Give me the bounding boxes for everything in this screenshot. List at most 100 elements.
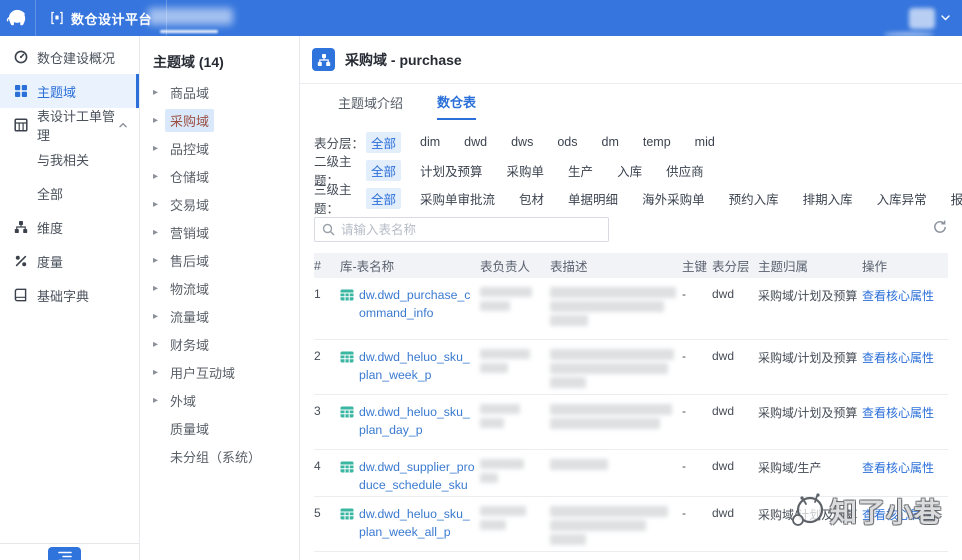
expand-arrow-icon[interactable]: ▸ — [153, 311, 165, 322]
table-name-link[interactable]: dw.dwd_supplier_produce_schedule_sku — [359, 459, 476, 495]
sidebar-item-dimensions[interactable]: 维度 — [0, 210, 139, 244]
expand-arrow-icon[interactable]: ▸ — [153, 115, 165, 126]
tab-warehouse-tables[interactable]: 数仓表 — [437, 84, 477, 120]
filter-option[interactable]: 预约入库 — [724, 188, 784, 209]
domain-item-trade[interactable]: ▸ 交易域 — [140, 190, 299, 218]
table-name-link[interactable]: dw.dwd_heluo_sku_plan_week_p — [359, 349, 476, 385]
filter-option[interactable]: 报价 — [946, 188, 962, 209]
domain-path: 采购域/计划及预算 — [758, 289, 858, 303]
table-row[interactable]: 1 dw.dwd_purchase_command_info - dwd 采购域… — [314, 278, 948, 340]
filter-option[interactable]: 全部 — [366, 131, 402, 153]
platform-icon — [51, 11, 63, 25]
domain-item-warehouse[interactable]: ▸ 仓储域 — [140, 162, 299, 190]
filter-option[interactable]: 包材 — [514, 188, 549, 209]
expand-arrow-icon[interactable]: ▸ — [153, 339, 165, 350]
domain-item-after-sales[interactable]: ▸ 售后域 — [140, 246, 299, 274]
row-index: 3 — [314, 404, 321, 418]
filter-option[interactable]: 采购单审批流 — [415, 188, 500, 209]
sidebar-item-overview[interactable]: 数仓建设概况 — [0, 40, 139, 74]
expand-arrow-icon[interactable]: ▸ — [153, 87, 165, 98]
filter-option[interactable]: 供应商 — [661, 160, 709, 181]
domain-header: 采购域 - purchase — [300, 36, 962, 84]
filter-option[interactable]: ods — [552, 134, 582, 150]
sidebar-item-dictionary[interactable]: 基础字典 — [0, 278, 139, 312]
view-core-attributes-link[interactable]: 查看核心属性 — [862, 351, 934, 365]
main-content: 采购域 - purchase 主题域介绍 数仓表 表分层： 全部 dim dwd… — [300, 36, 962, 560]
domain-item-logistics[interactable]: ▸ 物流域 — [140, 274, 299, 302]
refresh-icon[interactable] — [932, 219, 948, 235]
table-row[interactable]: 5 dw.dwd_heluo_sku_plan_week_all_p - dwd… — [314, 497, 948, 552]
sidebar-item-table-orders[interactable]: 表设计工单管理 — [0, 108, 139, 143]
collapse-sidebar-button[interactable] — [48, 547, 81, 560]
expand-arrow-icon[interactable]: ▸ — [153, 255, 165, 266]
view-core-attributes-link[interactable]: 查看核心属性 — [862, 461, 934, 475]
domain-item-external[interactable]: ▸ 外域 — [140, 386, 299, 414]
col-owner: 表负责人 — [480, 260, 531, 274]
domain-panel: 主题域 (14) ▸ 商品域 ▸ 采购域 ▸ 品控域 ▸ 仓储域 ▸ 交易域 ▸ 营销域 ▸… — [140, 36, 300, 560]
domain-item-quality-control[interactable]: ▸ 品控域 — [140, 134, 299, 162]
filter-row-layer: 表分层： 全部 dim dwd dws ods dm temp mid — [314, 128, 962, 156]
app-logo[interactable] — [0, 0, 36, 36]
filter-option[interactable]: 计划及预算 — [415, 160, 488, 181]
table-glyph-icon — [340, 351, 354, 363]
view-core-attributes-link[interactable]: 查看核心属性 — [862, 508, 934, 522]
domain-item-marketing[interactable]: ▸ 营销域 — [140, 218, 299, 246]
avatar[interactable] — [909, 7, 935, 29]
filter-option[interactable]: 排期入库 — [798, 188, 858, 209]
expand-arrow-icon[interactable]: ▸ — [153, 171, 165, 182]
sidebar-item-subject-domain[interactable]: 主题域 — [0, 74, 139, 108]
filter-option[interactable]: dws — [506, 134, 538, 150]
filter-option[interactable]: 入库 — [612, 160, 647, 181]
table-row[interactable]: 4 dw.dwd_supplier_produce_schedule_sku -… — [314, 450, 948, 497]
filter-option[interactable]: 全部 — [366, 159, 402, 181]
table-row[interactable]: 3 dw.dwd_heluo_sku_plan_day_p - dwd 采购域/… — [314, 395, 948, 450]
table-row[interactable]: 2 dw.dwd_heluo_sku_plan_week_p - dwd 采购域… — [314, 340, 948, 395]
filter-option[interactable]: mid — [690, 134, 720, 150]
sidebar-item-measures[interactable]: 度量 — [0, 244, 139, 278]
expand-arrow-icon[interactable]: ▸ — [153, 395, 165, 406]
filter-option[interactable]: dwd — [459, 134, 492, 150]
domain-item-goods[interactable]: ▸ 商品域 — [140, 78, 299, 106]
page-title: 采购域 - purchase — [345, 51, 462, 68]
sidebar-item-label: 度量 — [37, 254, 64, 270]
table-name-link[interactable]: dw.dwd_purchase_command_info — [359, 287, 476, 323]
table-layer: dwd — [712, 349, 735, 363]
domain-item-quality[interactable]: ▸质量域 — [140, 414, 299, 442]
filter-option[interactable]: 全部 — [366, 187, 402, 209]
filter-option[interactable]: 生产 — [563, 160, 598, 181]
filter-option[interactable]: temp — [638, 134, 676, 150]
sidebar-subitem-related-to-me[interactable]: 与我相关 — [0, 142, 139, 176]
sidebar-subitem-all[interactable]: 全部 — [0, 176, 139, 210]
domain-item-purchase[interactable]: ▸ 采购域 — [140, 106, 299, 134]
domain-item-ungrouped[interactable]: ▸未分组（系统） — [140, 442, 299, 470]
expand-arrow-icon[interactable]: ▸ — [153, 283, 165, 294]
table-header: # 库-表名称 表负责人 表描述 主键 表分层 主题归属 操作 — [314, 253, 948, 278]
filter-option[interactable]: 海外采购单 — [637, 188, 710, 209]
tab-domain-intro[interactable]: 主题域介绍 — [338, 84, 403, 120]
expand-arrow-icon[interactable]: ▸ — [153, 227, 165, 238]
filter-option[interactable]: dm — [597, 134, 624, 150]
row-index: 4 — [314, 459, 321, 473]
expand-arrow-icon[interactable]: ▸ — [153, 143, 165, 154]
filter-option[interactable]: dim — [415, 134, 445, 150]
domain-panel-title: 主题域 (14) — [153, 54, 224, 70]
filter-option[interactable]: 入库异常 — [872, 188, 932, 209]
domain-item-user-interaction[interactable]: ▸ 用户互动域 — [140, 358, 299, 386]
chevron-up-icon[interactable] — [119, 122, 127, 128]
expand-arrow-icon[interactable]: ▸ — [153, 199, 165, 210]
view-core-attributes-link[interactable]: 查看核心属性 — [862, 406, 934, 420]
table-name-link[interactable]: dw.dwd_heluo_sku_plan_day_p — [359, 404, 476, 440]
domain-item-finance[interactable]: ▸ 财务域 — [140, 330, 299, 358]
expand-arrow-icon[interactable]: ▸ — [153, 367, 165, 378]
mammoth-logo-icon — [6, 9, 25, 26]
table-layer: dwd — [712, 506, 735, 520]
filter-option[interactable]: 单据明细 — [563, 188, 623, 209]
table-layer: dwd — [712, 404, 735, 418]
view-core-attributes-link[interactable]: 查看核心属性 — [862, 289, 934, 303]
filter-option[interactable]: 采购单 — [502, 160, 550, 181]
chevron-down-icon[interactable] — [941, 15, 950, 21]
table-search-input[interactable] — [314, 217, 609, 242]
sidebar-item-label: 主题域 — [37, 84, 77, 100]
table-name-link[interactable]: dw.dwd_heluo_sku_plan_week_all_p — [359, 506, 476, 542]
domain-item-traffic[interactable]: ▸ 流量域 — [140, 302, 299, 330]
